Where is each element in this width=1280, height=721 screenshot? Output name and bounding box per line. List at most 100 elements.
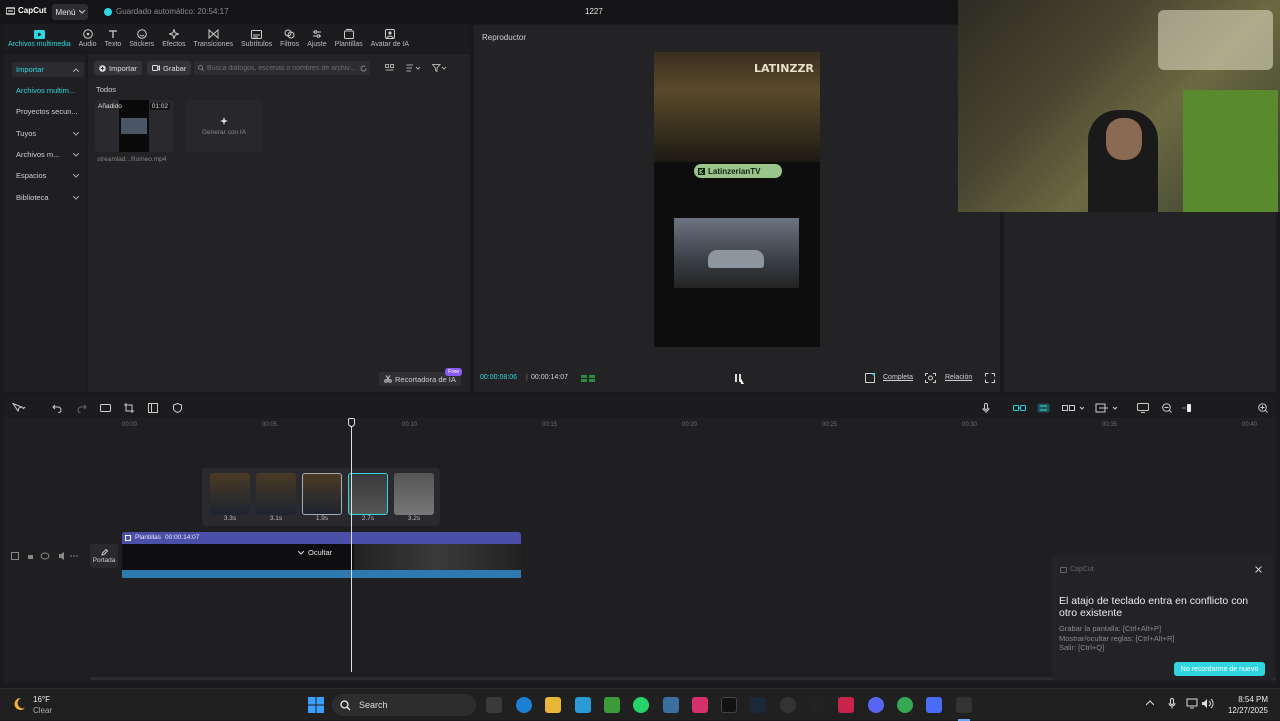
playhead-handle[interactable] (348, 418, 355, 427)
tool-transitions[interactable]: Transiciones (190, 25, 237, 51)
close-icon[interactable] (1255, 566, 1262, 573)
store-icon[interactable] (663, 697, 679, 713)
zoom-in-icon[interactable] (1258, 403, 1268, 413)
weather-moon-icon (12, 697, 26, 711)
generate-ai-card[interactable]: Generar con IA (185, 100, 263, 152)
sidebar-item-secondary-projects[interactable]: Proyectos secun... (12, 104, 84, 119)
fullscreen-icon[interactable] (985, 373, 995, 383)
clip-duration-label: 3.2s (407, 515, 421, 522)
volume-icon[interactable] (1202, 698, 1214, 709)
sidebar-item-media-files[interactable]: Archivos multim... (12, 83, 84, 98)
tool-subtitles[interactable]: Subtítulos (237, 25, 276, 51)
cover-button[interactable]: Portada (90, 544, 118, 568)
record-button[interactable]: Grabar (147, 61, 192, 75)
taskbar-search[interactable]: Search (332, 694, 476, 716)
ruler-tick: 00:25 (822, 422, 838, 428)
chrome-icon[interactable] (897, 697, 913, 713)
sort-icon[interactable] (406, 64, 420, 72)
undo-icon[interactable] (52, 403, 62, 413)
preview-axis-icon[interactable] (1062, 403, 1088, 413)
tool-label: Audio (78, 41, 97, 48)
tool-media[interactable]: Archivos multimedia (4, 25, 75, 51)
time-ruler[interactable]: 00:00 00:05 00:10 00:15 00:20 00:25 00:3… (88, 418, 1276, 432)
xbox-icon[interactable] (604, 697, 620, 713)
capcut-active-icon[interactable] (956, 697, 972, 713)
whatsapp-icon[interactable] (633, 697, 649, 713)
full-quality-button[interactable]: Completa (883, 374, 913, 381)
fit-icon[interactable] (865, 373, 875, 383)
split-icon[interactable] (148, 403, 158, 413)
tool-templates[interactable]: Plantillas (331, 25, 367, 51)
microphone-icon[interactable] (1168, 698, 1176, 709)
shield-icon[interactable] (173, 403, 182, 413)
microphone-icon[interactable] (982, 403, 990, 413)
player-title: Reproductor (482, 33, 527, 42)
file-explorer-icon[interactable] (545, 697, 561, 713)
tool-filters[interactable]: Filtros (276, 25, 303, 51)
capcut-app-icon[interactable] (838, 697, 854, 713)
grid-view-icon[interactable] (385, 64, 394, 72)
crop-icon[interactable] (124, 403, 134, 413)
windows-start-icon[interactable] (308, 697, 324, 713)
zoom-slider-icon[interactable] (1182, 403, 1194, 413)
tool-effects[interactable]: Efectos (158, 25, 189, 51)
avatar-icon (384, 28, 396, 40)
hide-button[interactable]: Ocultar (298, 548, 332, 557)
media-search-input[interactable]: Busca diálogos, escenas o nombres de arc… (194, 61, 370, 75)
instagram-icon[interactable] (692, 697, 708, 713)
added-badge: Añadido (98, 103, 122, 110)
loop-icon[interactable] (100, 403, 111, 413)
template-clip-5[interactable] (394, 473, 434, 515)
tool-adjust[interactable]: Ajuste (303, 25, 330, 51)
template-clip-2[interactable] (256, 473, 296, 515)
epic-icon[interactable] (809, 697, 825, 713)
aspect-ratio-button[interactable]: Relación (945, 374, 972, 381)
tiktok-icon[interactable] (721, 697, 737, 713)
twitter-app-icon[interactable] (575, 697, 591, 713)
sidebar-item-yours[interactable]: Tuyos (12, 126, 84, 141)
select-cursor-icon[interactable] (12, 403, 26, 413)
chevron-up-icon[interactable] (1146, 700, 1154, 706)
player-panel: Reproductor LATINZZR LatinzerianTV 00:00… (474, 25, 1000, 392)
ruler-tick: 00:15 (542, 422, 558, 428)
record-label: Grabar (163, 63, 187, 73)
template-track-clip[interactable]: Plantillas 00:00:14:07 Ocultar (122, 532, 521, 578)
tool-stickers[interactable]: Stickers (125, 25, 158, 51)
app-icon[interactable] (926, 697, 942, 713)
menu-button[interactable]: Menú (52, 4, 88, 20)
snapshot-icon[interactable] (925, 373, 936, 383)
template-clip-3[interactable] (302, 473, 342, 515)
discord-icon[interactable] (868, 697, 884, 713)
zoom-out-icon[interactable] (1162, 403, 1172, 413)
obs-icon[interactable] (780, 697, 796, 713)
pause-icon[interactable] (734, 373, 744, 384)
track-audio-icon[interactable] (59, 552, 79, 560)
steam-icon[interactable] (750, 697, 766, 713)
tool-text[interactable]: Texto (101, 25, 126, 51)
video-preview[interactable]: LATINZZR LatinzerianTV (654, 52, 820, 347)
alignment-icon[interactable] (1095, 403, 1121, 413)
sidebar-item-library[interactable]: Biblioteca (12, 190, 84, 205)
track-lock-icon[interactable] (11, 552, 51, 560)
filter-icon[interactable] (432, 64, 447, 72)
import-button[interactable]: Importar (94, 61, 142, 75)
screen-icon[interactable] (1137, 403, 1149, 413)
sidebar-item-spaces[interactable]: Espacios (12, 168, 84, 183)
tool-audio[interactable]: Audio (75, 25, 101, 51)
playhead[interactable] (351, 418, 352, 672)
redo-icon[interactable] (77, 403, 87, 413)
template-clip-4[interactable] (348, 473, 388, 515)
tool-avatar[interactable]: Avatar de IA (367, 25, 413, 51)
sidebar-item-files[interactable]: Archivos m... (12, 147, 84, 162)
sidebar-item-import[interactable]: Importar (12, 62, 84, 77)
edge-browser-icon[interactable] (516, 697, 532, 713)
media-clip-thumbnail[interactable]: Añadido 01:02 (95, 100, 173, 152)
link-clips-icon[interactable] (1013, 403, 1026, 413)
refresh-icon[interactable] (360, 65, 367, 72)
magnet-icon[interactable] (1037, 403, 1050, 413)
dismiss-button[interactable]: No recordarme de nuevo (1174, 662, 1265, 676)
network-icon[interactable] (1186, 698, 1198, 709)
template-clip-1[interactable] (210, 473, 250, 515)
clip-filename: streamlad...Romeo.mp4 (97, 156, 167, 163)
task-view-icon[interactable] (486, 697, 502, 713)
